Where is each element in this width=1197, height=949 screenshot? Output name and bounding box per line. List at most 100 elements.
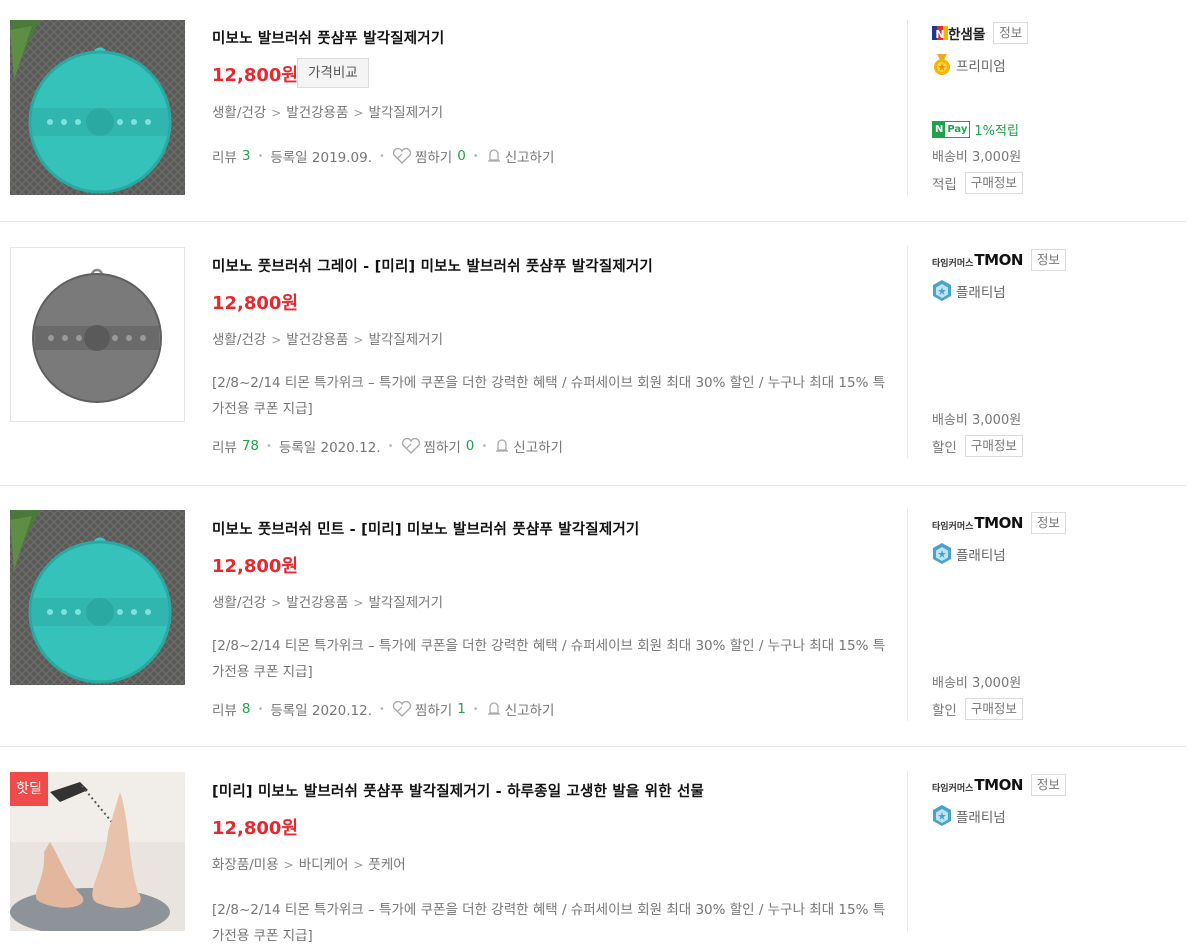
category-level-1[interactable]: 생활/건강 xyxy=(212,595,266,611)
category-level-2[interactable]: 바디케어 xyxy=(299,857,349,873)
mall-logo-row: N 한샘몰 정보 xyxy=(932,22,1029,44)
mall-logo[interactable]: 타임커머스 TMON xyxy=(932,251,1023,269)
chevron-right-icon: > xyxy=(353,333,364,347)
shipping-fee: 배송비 3,000원 xyxy=(932,150,1022,165)
separator-dot: • xyxy=(379,150,385,162)
mint-brush-image xyxy=(10,510,185,685)
product-title[interactable]: 미보노 풋브러쉬 그레이 - [미리] 미보노 발브러쉬 풋샴푸 발각질제거기 xyxy=(212,255,653,276)
platinum-badge-icon xyxy=(933,280,951,301)
report-label[interactable]: 신고하기 xyxy=(505,146,555,166)
review-count[interactable]: 78 xyxy=(242,438,259,454)
price-compare-button[interactable]: 가격비교 xyxy=(297,58,369,88)
product-price: 12,800원 xyxy=(212,65,299,86)
mall-subname: 타임커머스 xyxy=(932,522,974,532)
product-thumbnail[interactable] xyxy=(10,247,185,422)
separator-dot: • xyxy=(472,150,479,162)
review-label[interactable]: 리뷰 xyxy=(212,436,237,456)
buy-info-button[interactable]: 구매정보 xyxy=(964,172,1023,194)
buy-info-button[interactable]: 구매정보 xyxy=(964,698,1023,720)
alarm-bell-icon[interactable] xyxy=(486,701,502,717)
chevron-right-icon: > xyxy=(353,858,364,872)
category-level-1[interactable]: 화장품/미용 xyxy=(212,857,279,873)
npay-reward: N Pay 1%적립 xyxy=(932,120,1019,139)
alarm-bell-icon[interactable] xyxy=(494,438,510,454)
product-thumbnail[interactable]: 핫딜 xyxy=(10,772,185,931)
category-level-1[interactable]: 생활/건강 xyxy=(212,332,266,348)
mall-grade: 플래티넘 xyxy=(932,543,1006,565)
chevron-right-icon: > xyxy=(353,596,364,610)
product-price: 12,800원 xyxy=(212,556,299,577)
product-title[interactable]: [미리] 미보노 발브러쉬 풋샴푸 발각질제거기 - 하루종일 고생한 발을 위… xyxy=(212,780,704,801)
category-level-2[interactable]: 발건강용품 xyxy=(286,595,348,611)
product-thumbnail[interactable] xyxy=(10,510,185,685)
category-level-2[interactable]: 발건강용품 xyxy=(286,332,348,348)
benefit-label: 할인 xyxy=(932,440,957,456)
mall-logo-row: 타임커머스 TMON 정보 xyxy=(932,774,1066,796)
product-item: 핫딜 [미리] 미보노 발브러쉬 풋샴푸 발각질제거기 - 하루종일 고생한 발… xyxy=(0,751,1186,944)
product-description: [2/8~2/14 티몬 특가위크 – 특가에 쿠폰을 더한 강력한 혜택 / … xyxy=(212,902,886,944)
divider xyxy=(907,509,908,721)
chevron-right-icon: > xyxy=(271,333,282,347)
product-thumbnail[interactable] xyxy=(10,20,185,195)
alarm-bell-icon[interactable] xyxy=(486,148,502,164)
mall-grade: 플래티넘 xyxy=(932,280,1006,302)
category-level-1[interactable]: 생활/건강 xyxy=(212,105,266,121)
zzim-label[interactable]: 찜하기 xyxy=(415,146,452,166)
mall-info-button[interactable]: 정보 xyxy=(993,22,1029,44)
product-title[interactable]: 미보노 발브러쉬 풋샴푸 발각질제거기 xyxy=(212,27,444,48)
heart-icon[interactable] xyxy=(392,701,412,717)
product-meta: 리뷰 78 • 등록일 2020.12. • 찜하기 0 • 신고하기 xyxy=(212,436,563,456)
product-meta: 리뷰 3 • 등록일 2019.09. • 찜하기 0 • 신고하기 xyxy=(212,146,554,166)
chevron-right-icon: > xyxy=(353,106,364,120)
heart-icon[interactable] xyxy=(401,438,421,454)
category-level-3[interactable]: 풋케어 xyxy=(368,857,405,873)
npay-icon: N Pay xyxy=(932,121,971,138)
mall-logo[interactable]: 타임커머스 TMON xyxy=(932,776,1023,794)
review-label[interactable]: 리뷰 xyxy=(212,146,237,166)
grade-label: 플래티넘 xyxy=(956,548,1006,564)
category-breadcrumb: 생활/건강 > 발건강용품 > 발각질제거기 xyxy=(212,328,443,348)
mall-grade: 프리미엄 xyxy=(932,54,1006,76)
separator-dot: • xyxy=(481,440,488,452)
benefit-row: 할인 구매정보 xyxy=(932,435,1023,457)
mall-logo-row: 타임커머스 TMON 정보 xyxy=(932,249,1066,271)
product-price: 12,800원 xyxy=(212,818,299,839)
mall-info-button[interactable]: 정보 xyxy=(1030,774,1066,796)
mall-name: TMON xyxy=(974,514,1023,532)
zzim-count: 1 xyxy=(457,701,466,717)
platinum-badge-icon xyxy=(933,805,951,826)
review-count[interactable]: 3 xyxy=(242,148,251,164)
review-label[interactable]: 리뷰 xyxy=(212,699,237,719)
grade-label: 플래티넘 xyxy=(956,810,1006,826)
buy-info-button[interactable]: 구매정보 xyxy=(964,435,1023,457)
mall-logo-row: 타임커머스 TMON 정보 xyxy=(932,512,1066,534)
mint-brush-image xyxy=(10,20,185,195)
product-title[interactable]: 미보노 풋브러쉬 민트 - [미리] 미보노 발브러쉬 풋샴푸 발각질제거기 xyxy=(212,518,639,539)
benefit-label: 적립 xyxy=(932,177,957,193)
mall-info-button[interactable]: 정보 xyxy=(1030,249,1066,271)
report-label[interactable]: 신고하기 xyxy=(505,699,555,719)
product-item: 미보노 풋브러쉬 민트 - [미리] 미보노 발브러쉬 풋샴푸 발각질제거기 1… xyxy=(0,489,1186,747)
category-level-3[interactable]: 발각질제거기 xyxy=(368,332,443,348)
category-level-3[interactable]: 발각질제거기 xyxy=(368,105,443,121)
mall-subname: 타임커머스 xyxy=(932,784,974,794)
chevron-right-icon: > xyxy=(271,596,282,610)
mall-info-button[interactable]: 정보 xyxy=(1030,512,1066,534)
review-count[interactable]: 8 xyxy=(242,701,251,717)
zzim-label[interactable]: 찜하기 xyxy=(415,699,452,719)
mall-logo[interactable]: 타임커머스 TMON xyxy=(932,514,1023,532)
separator-dot: • xyxy=(257,150,264,162)
mall-subname: 타임커머스 xyxy=(932,259,974,269)
register-date: 등록일 2020.12. xyxy=(278,440,381,456)
mall-logo[interactable]: N 한샘몰 xyxy=(932,23,985,43)
category-level-2[interactable]: 발건강용품 xyxy=(286,105,348,121)
separator-dot: • xyxy=(266,440,272,452)
platinum-badge-icon xyxy=(933,543,951,564)
heart-icon[interactable] xyxy=(392,148,412,164)
zzim-count: 0 xyxy=(465,438,475,454)
zzim-label[interactable]: 찜하기 xyxy=(424,436,461,456)
premium-medal-icon xyxy=(934,54,950,75)
report-label[interactable]: 신고하기 xyxy=(513,436,563,456)
product-description: [2/8~2/14 티몬 특가위크 – 특가에 쿠폰을 더한 강력한 혜택 / … xyxy=(212,375,886,417)
category-level-3[interactable]: 발각질제거기 xyxy=(368,595,443,611)
